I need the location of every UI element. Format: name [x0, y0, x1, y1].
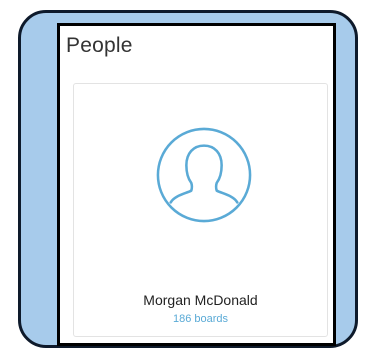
boards-count-link[interactable]: 186 boards: [74, 313, 327, 325]
user-avatar-icon: [156, 127, 252, 223]
person-card[interactable]: Morgan McDonald 186 boards: [73, 83, 328, 337]
page-title: People: [66, 34, 133, 57]
person-name[interactable]: Morgan McDonald: [74, 292, 327, 308]
people-screen: People Morgan McDonald 186 boards: [57, 23, 336, 346]
